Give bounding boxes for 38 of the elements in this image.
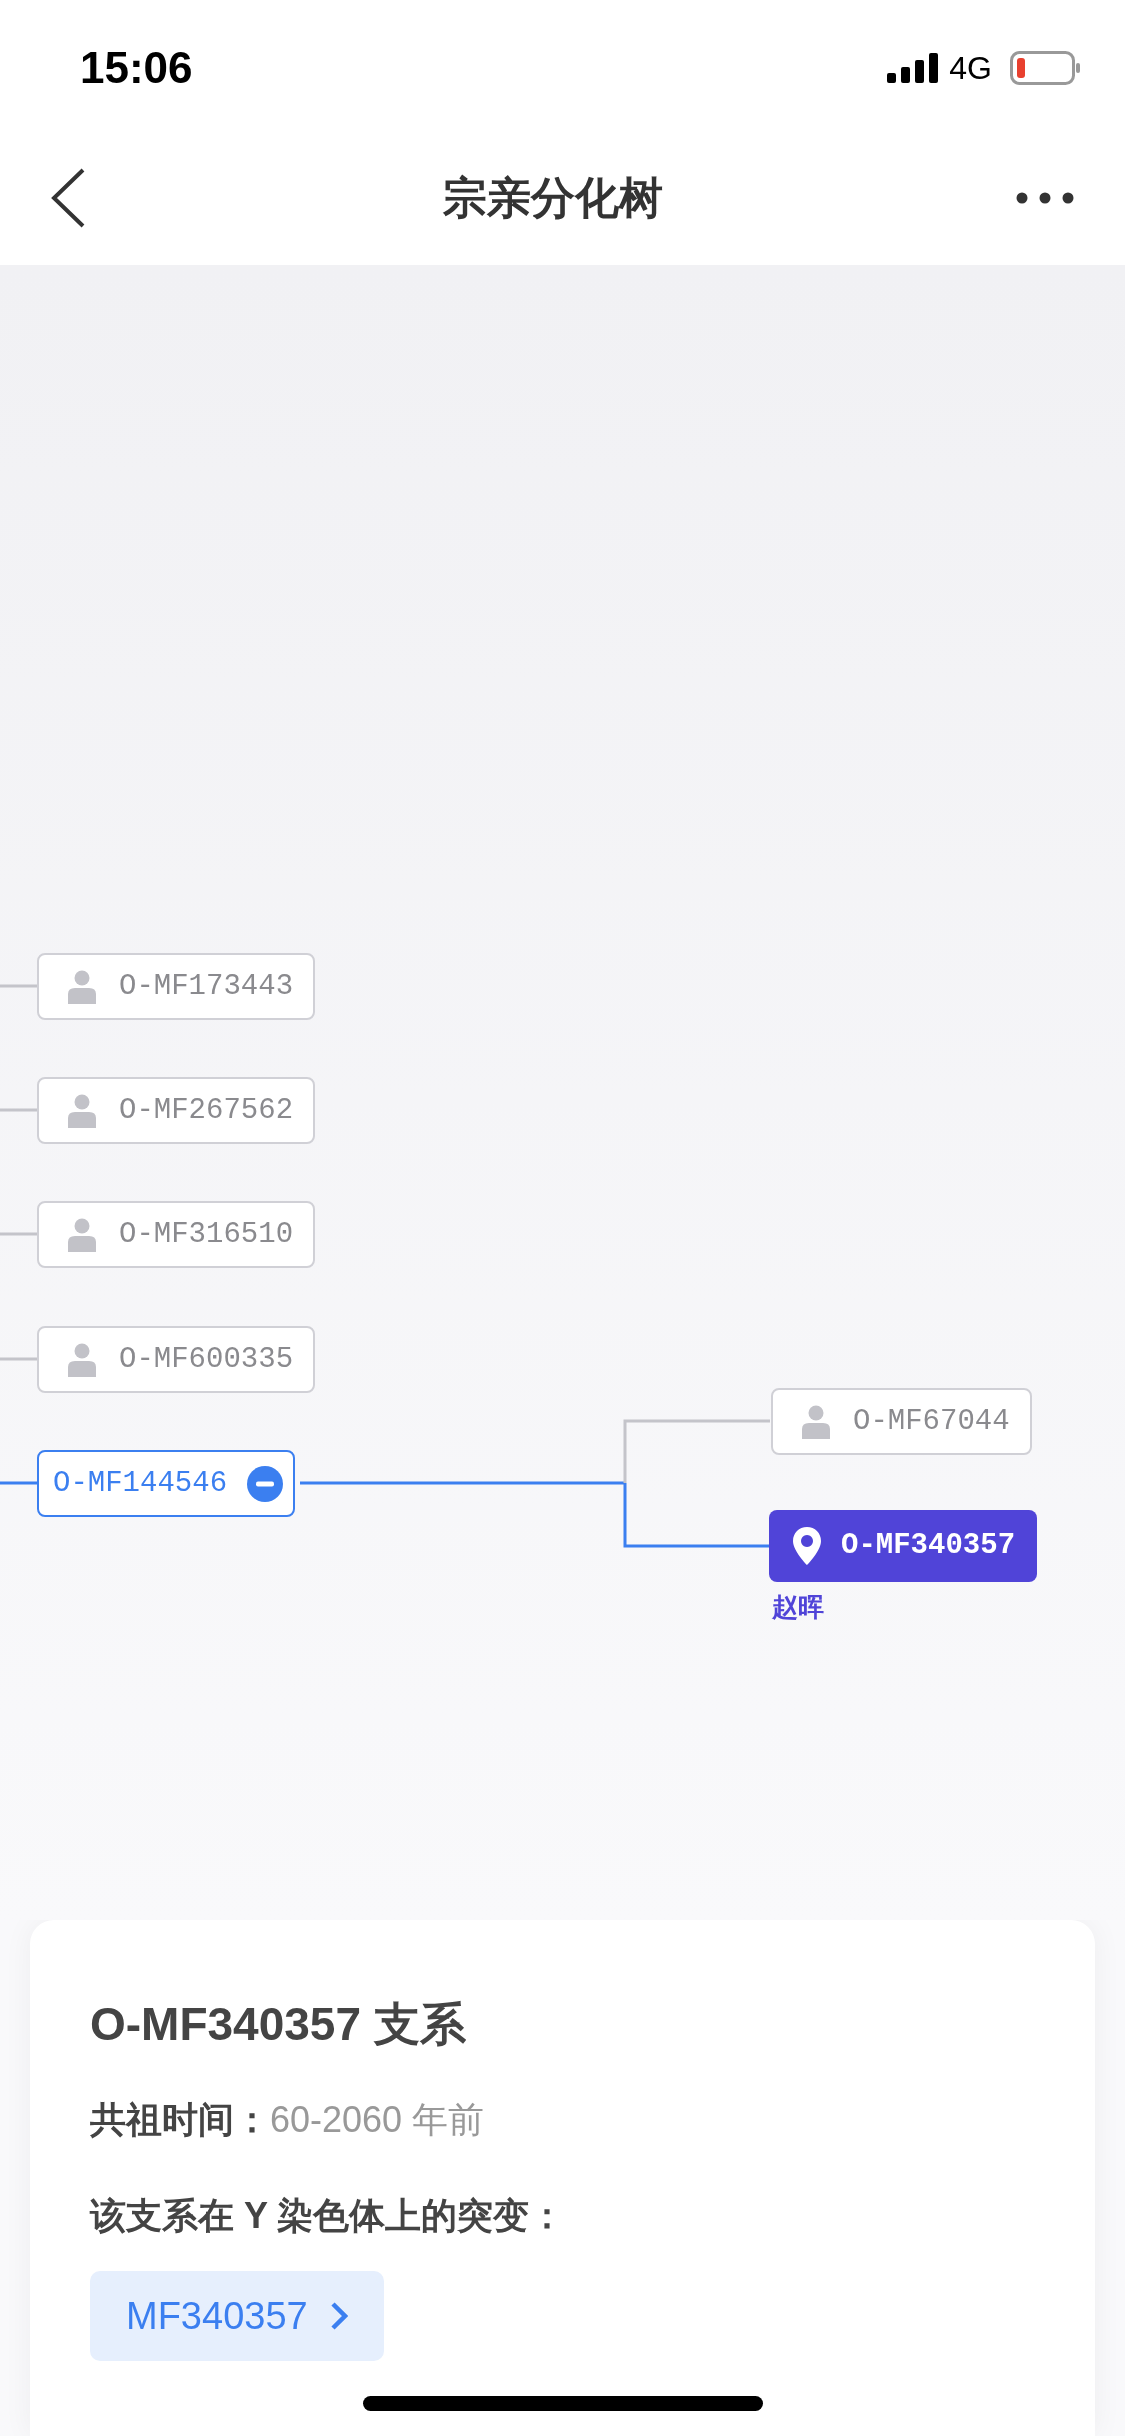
tree-node[interactable]: O-MF600335 bbox=[37, 1326, 316, 1393]
tree-node[interactable]: O-MF173443 bbox=[37, 953, 316, 1020]
page-title: 宗亲分化树 bbox=[442, 171, 663, 224]
connector-line bbox=[0, 1232, 37, 1236]
node-label: O-MF67044 bbox=[853, 1403, 1010, 1440]
chevron-right-icon bbox=[329, 2301, 348, 2331]
location-pin-icon bbox=[793, 1527, 821, 1565]
back-icon bbox=[50, 167, 86, 228]
tree-node[interactable]: O-MF67044 bbox=[771, 1388, 1032, 1455]
collapse-icon[interactable] bbox=[247, 1465, 284, 1502]
person-icon bbox=[67, 1217, 97, 1252]
network-type: 4G bbox=[949, 49, 992, 88]
tree-node[interactable]: O-MF316510 bbox=[37, 1201, 316, 1268]
node-label: O-MF600335 bbox=[119, 1341, 294, 1378]
person-icon bbox=[67, 1093, 97, 1128]
tree-node[interactable]: O-MF267562 bbox=[37, 1077, 316, 1144]
node-label: O-MF316510 bbox=[119, 1216, 294, 1253]
connector-line bbox=[0, 1357, 37, 1361]
connector-line bbox=[0, 1481, 37, 1485]
connector-line bbox=[0, 984, 37, 988]
battery-icon bbox=[1010, 51, 1080, 85]
person-icon bbox=[67, 1342, 97, 1377]
connector-line bbox=[0, 1108, 37, 1112]
tree-node[interactable]: O-MF144546 bbox=[37, 1450, 296, 1517]
mutation-chip[interactable]: MF340357 bbox=[90, 2271, 384, 2361]
time-label: 共祖时间： bbox=[90, 2098, 270, 2142]
current-node[interactable]: O-MF340357 bbox=[769, 1510, 1038, 1582]
node-label: O-MF267562 bbox=[119, 1092, 294, 1129]
member-name: 赵晖 bbox=[772, 1591, 824, 1624]
card-title: O-MF340357 支系 bbox=[90, 1997, 467, 2052]
mutations-label: 该支系在 Y 染色体上的突变： bbox=[90, 2194, 567, 2238]
person-icon bbox=[801, 1404, 831, 1439]
person-icon bbox=[67, 969, 97, 1004]
more-icon bbox=[1015, 190, 1075, 205]
node-label: O-MF173443 bbox=[119, 968, 294, 1005]
status-time: 15:06 bbox=[80, 42, 193, 94]
time-value: 60-2060 年前 bbox=[270, 2098, 485, 2142]
signal-icon bbox=[887, 53, 940, 83]
